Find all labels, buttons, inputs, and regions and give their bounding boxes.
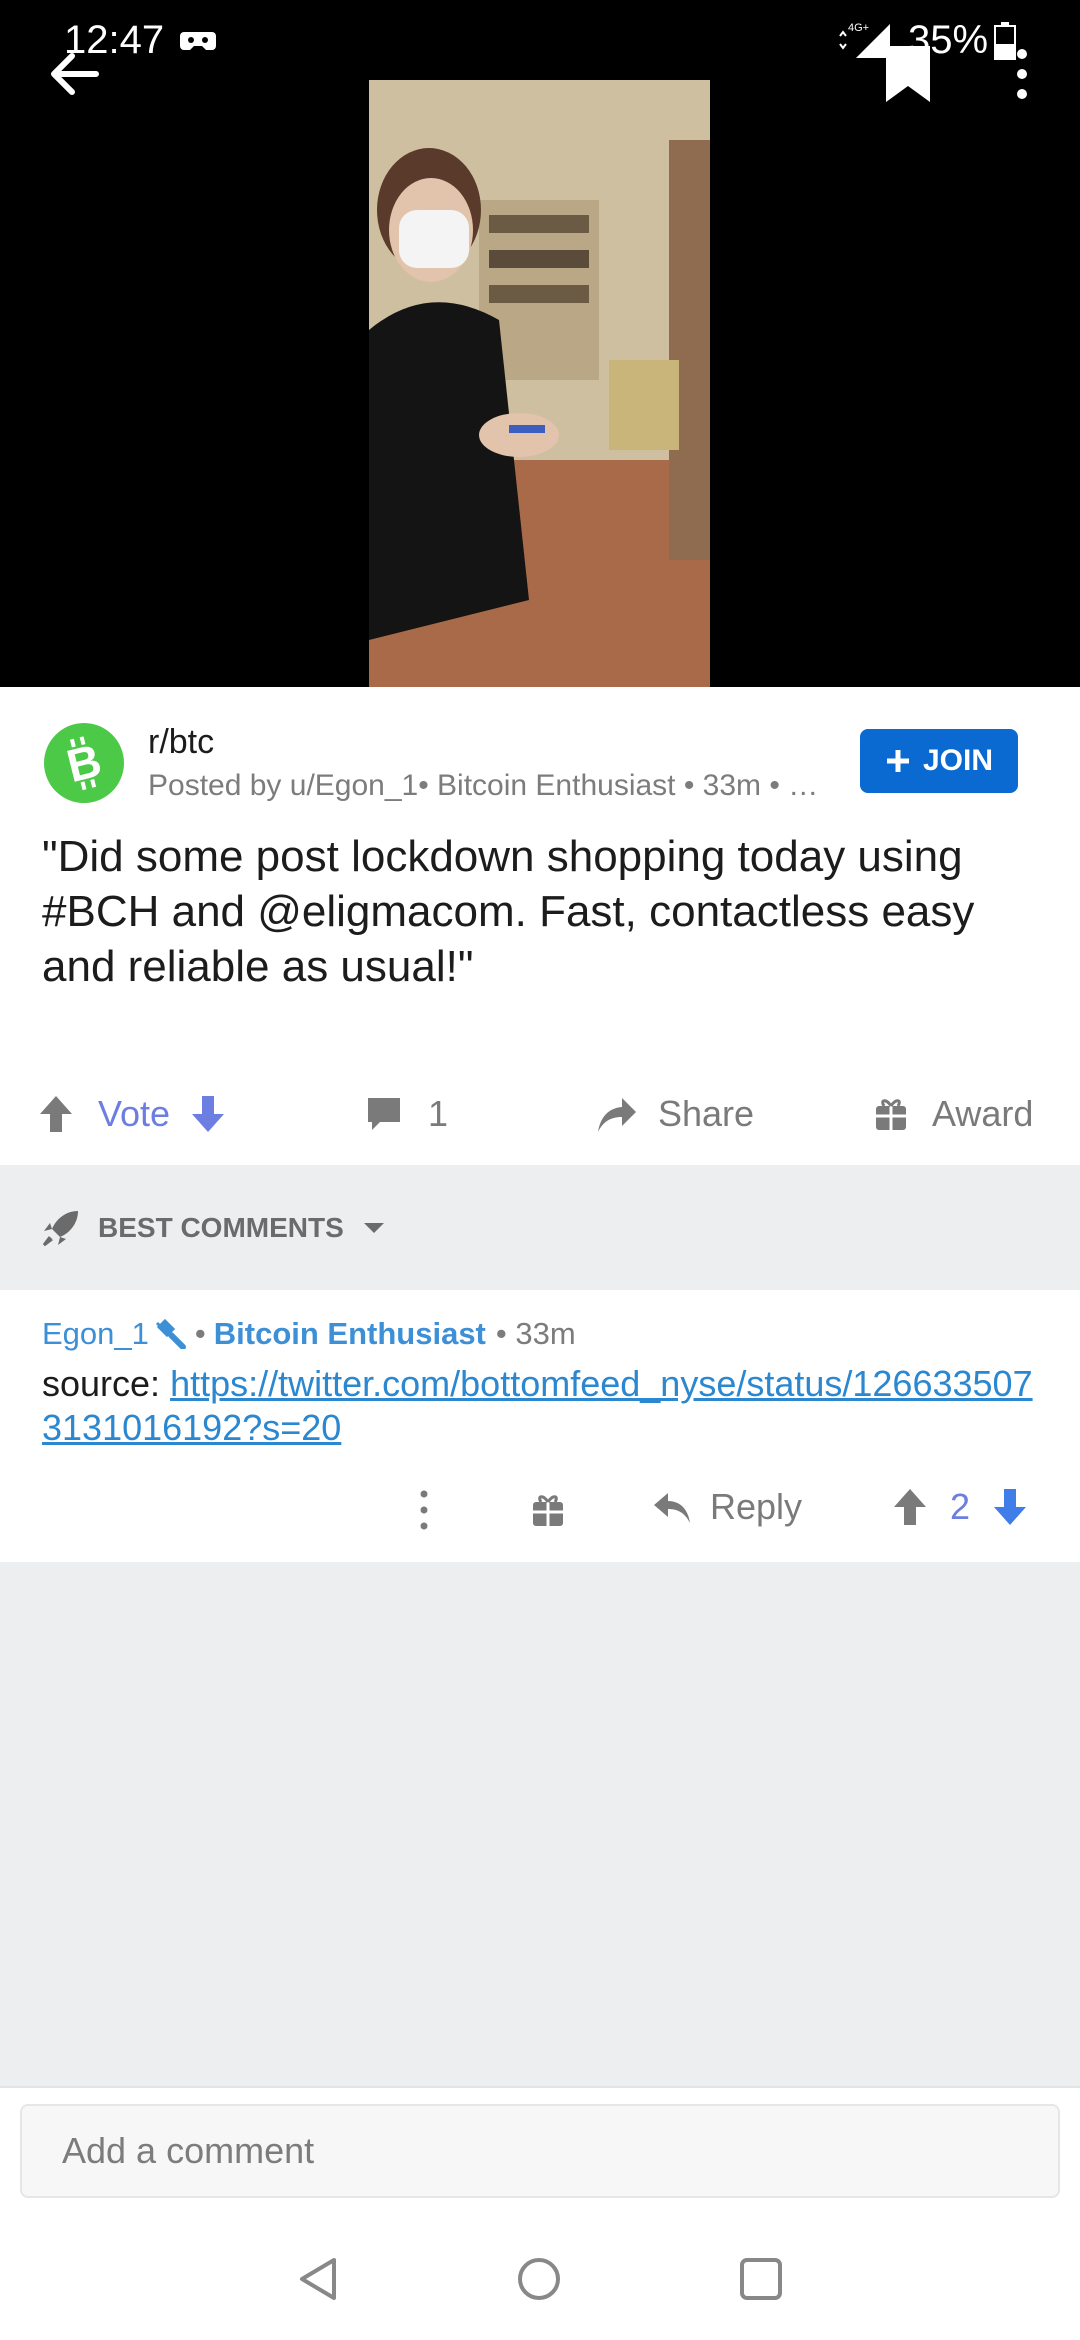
post-card: B r/btc Posted by u/Egon_1• Bitcoin Enth… bbox=[0, 687, 1080, 1165]
comment-time: • 33m bbox=[495, 1316, 576, 1351]
nav-recents-icon[interactable] bbox=[738, 2256, 784, 2302]
post-title: "Did some post lockdown shopping today u… bbox=[42, 832, 975, 991]
comment-body: source: https://twitter.com/bottomfeed_n… bbox=[42, 1362, 1042, 1450]
comment-header: Egon_1 • Bitcoin Enthusiast • 33m bbox=[42, 1316, 576, 1352]
reply-label: Reply bbox=[710, 1486, 803, 1527]
video-scene-image bbox=[369, 80, 710, 687]
comments-button[interactable]: 1 bbox=[366, 1093, 448, 1135]
rocket-icon bbox=[42, 1211, 78, 1247]
video-thumbnail[interactable] bbox=[369, 80, 710, 687]
comment-count: 1 bbox=[428, 1093, 449, 1134]
post-action-bar: Vote 1 Share Award bbox=[0, 1071, 1080, 1161]
comment-icon bbox=[368, 1098, 400, 1130]
comment-text: source: bbox=[42, 1363, 171, 1404]
award-icon[interactable] bbox=[530, 1488, 566, 1532]
award-label: Award bbox=[932, 1093, 1034, 1134]
reddit-post-screen: 12:47 4G+ 35% B r/btc Posted by u/Egon_1… bbox=[0, 0, 1080, 2340]
caret-down-icon bbox=[363, 1223, 384, 1233]
add-comment-input[interactable] bbox=[20, 2104, 1060, 2198]
comment-sort-bar: BEST COMMENTS bbox=[0, 1165, 1080, 1290]
bookmark-icon[interactable] bbox=[880, 42, 936, 106]
comment-flair: Bitcoin Enthusiast bbox=[213, 1316, 486, 1351]
more-vertical-icon[interactable] bbox=[414, 1488, 434, 1532]
comment: Egon_1 • Bitcoin Enthusiast • 33m source… bbox=[0, 1290, 1080, 1562]
bitcoin-icon: B bbox=[62, 734, 107, 792]
more-vertical-icon[interactable] bbox=[1002, 44, 1042, 104]
share-icon bbox=[598, 1098, 636, 1132]
comment-author[interactable]: Egon_1 bbox=[42, 1316, 149, 1352]
moderator-icon bbox=[155, 1319, 186, 1349]
back-arrow-icon[interactable] bbox=[44, 44, 104, 104]
reply-button[interactable]: Reply bbox=[652, 1486, 802, 1528]
join-label: JOIN bbox=[922, 744, 994, 777]
comment-link[interactable]: https://twitter.com/bottomfeed_nyse/stat… bbox=[42, 1363, 1033, 1448]
bottom-area bbox=[0, 2086, 1080, 2340]
sort-dropdown[interactable]: BEST COMMENTS bbox=[42, 1209, 386, 1247]
subreddit-avatar[interactable]: B bbox=[44, 723, 124, 803]
post-meta: Posted by u/Egon_1• Bitcoin Enthusiast •… bbox=[148, 769, 819, 802]
subreddit-name[interactable]: r/btc bbox=[148, 723, 214, 762]
downvote-icon[interactable] bbox=[190, 1094, 226, 1134]
upvote-icon[interactable] bbox=[892, 1487, 928, 1527]
award-button[interactable]: Award bbox=[874, 1093, 1033, 1135]
nav-back-icon[interactable] bbox=[296, 2256, 342, 2302]
share-button[interactable]: Share bbox=[596, 1093, 754, 1135]
comment-score: 2 bbox=[950, 1486, 971, 1527]
downvote-icon[interactable] bbox=[992, 1487, 1028, 1527]
post-video[interactable] bbox=[0, 80, 1080, 687]
nav-home-icon[interactable] bbox=[516, 2256, 562, 2302]
share-label: Share bbox=[658, 1093, 755, 1134]
sort-label: BEST COMMENTS bbox=[98, 1212, 344, 1243]
upvote-icon[interactable] bbox=[38, 1094, 74, 1134]
svg-text:4G+: 4G+ bbox=[848, 22, 869, 34]
vote-label: Vote bbox=[98, 1093, 171, 1134]
comment-action-bar: Reply 2 bbox=[0, 1476, 1080, 1546]
comment-vote-group: 2 bbox=[892, 1486, 1028, 1528]
reply-icon bbox=[654, 1493, 690, 1523]
vote-group: Vote bbox=[38, 1093, 226, 1135]
game-controller-icon bbox=[180, 32, 216, 50]
join-button[interactable]: JOIN bbox=[860, 729, 1018, 793]
plus-icon bbox=[886, 750, 909, 772]
header-separator: • bbox=[194, 1316, 206, 1351]
award-icon bbox=[876, 1099, 906, 1130]
